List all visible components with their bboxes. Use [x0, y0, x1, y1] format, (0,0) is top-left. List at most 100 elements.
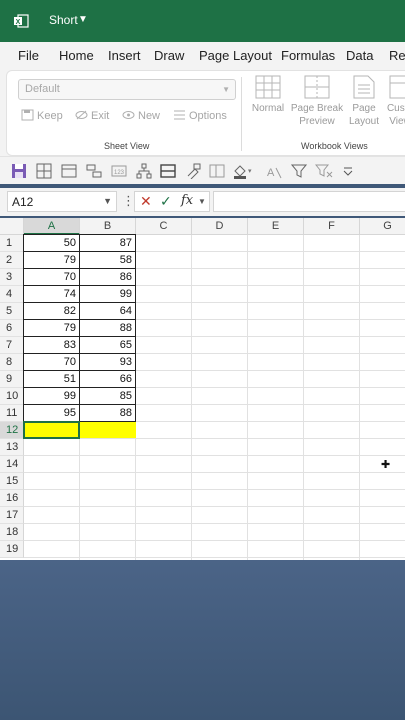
- quick-access-toolbar: 123 ▾ A: [0, 156, 405, 184]
- formula-input[interactable]: [213, 191, 405, 212]
- normal-view-icon: [255, 75, 281, 99]
- menu-file[interactable]: File: [18, 48, 39, 63]
- options-button[interactable]: Options: [173, 109, 227, 122]
- page-break-icon: [304, 75, 330, 99]
- row-header-5[interactable]: 5: [0, 303, 24, 320]
- row-header-8[interactable]: 8: [0, 354, 24, 371]
- clear-filter-icon[interactable]: [315, 163, 333, 179]
- row-gridline: [24, 455, 405, 456]
- fill-color-icon[interactable]: ▾: [233, 163, 255, 179]
- row-header-19[interactable]: 19: [0, 541, 24, 558]
- cell-b6[interactable]: 88: [80, 320, 136, 337]
- arrange-icon[interactable]: [86, 163, 102, 179]
- rows-icon[interactable]: [160, 163, 176, 179]
- name-box[interactable]: A12 ▼: [7, 191, 117, 212]
- row-header-10[interactable]: 10: [0, 388, 24, 405]
- row-header-7[interactable]: 7: [0, 337, 24, 354]
- split-icon[interactable]: [209, 163, 225, 179]
- column-header-b[interactable]: B: [80, 218, 136, 235]
- cell-a6[interactable]: 79: [24, 320, 80, 337]
- row-header-16[interactable]: 16: [0, 490, 24, 507]
- menu-review[interactable]: Rev: [389, 48, 405, 63]
- row-header-3[interactable]: 3: [0, 269, 24, 286]
- cell-a2[interactable]: 79: [24, 252, 80, 269]
- cell-b11[interactable]: 88: [80, 405, 136, 422]
- cell-a10[interactable]: 99: [24, 388, 80, 405]
- cell-b10[interactable]: 85: [80, 388, 136, 405]
- menu-home[interactable]: Home: [59, 48, 94, 63]
- insert-function-icon[interactable]: fx: [181, 193, 193, 208]
- menu-formulas[interactable]: Formulas: [281, 48, 335, 63]
- row-header-13[interactable]: 13: [0, 439, 24, 456]
- spreadsheet-grid[interactable]: A B C D E F G 1 2 3 4 5 6 7 8 9 10 11 12 13 14 15 16 17 18 19 50 79…: [0, 218, 405, 560]
- custom-views-button[interactable]: Custo View: [383, 75, 405, 128]
- cell-a7[interactable]: 83: [24, 337, 80, 354]
- row-header-12[interactable]: 12: [0, 422, 24, 439]
- row-header-2[interactable]: 2: [0, 252, 24, 269]
- row-header-1[interactable]: 1: [0, 235, 24, 252]
- menu-insert[interactable]: Insert: [108, 48, 141, 63]
- cell-b2[interactable]: 58: [80, 252, 136, 269]
- page-layout-view-button[interactable]: Page Layout: [347, 75, 381, 128]
- cell-a5[interactable]: 82: [24, 303, 80, 320]
- cell-b1[interactable]: 87: [80, 235, 136, 252]
- excel-icon[interactable]: X: [13, 13, 29, 29]
- cell-b8[interactable]: 93: [80, 354, 136, 371]
- table-icon[interactable]: [61, 163, 77, 179]
- row-gridline: [24, 540, 405, 541]
- menu-page-layout[interactable]: Page Layout: [199, 48, 272, 63]
- customize-toolbar-icon[interactable]: [342, 163, 354, 179]
- menu-draw[interactable]: Draw: [154, 48, 184, 63]
- column-header-d[interactable]: D: [192, 218, 248, 235]
- new-button[interactable]: New: [122, 109, 160, 122]
- cell-b4[interactable]: 99: [80, 286, 136, 303]
- row-header-17[interactable]: 17: [0, 507, 24, 524]
- row-header-4[interactable]: 4: [0, 286, 24, 303]
- enter-icon[interactable]: ✓: [160, 193, 172, 210]
- menu-data[interactable]: Data: [346, 48, 373, 63]
- keep-button[interactable]: Keep: [21, 109, 63, 122]
- row-header-15[interactable]: 15: [0, 473, 24, 490]
- normal-view-button[interactable]: Normal: [251, 75, 285, 115]
- column-header-f[interactable]: F: [304, 218, 360, 235]
- cell-a9[interactable]: 51: [24, 371, 80, 388]
- cell-a3[interactable]: 70: [24, 269, 80, 286]
- select-all-corner[interactable]: [0, 218, 24, 235]
- grid-icon[interactable]: [36, 163, 52, 179]
- hierarchy-icon[interactable]: [136, 163, 152, 179]
- row-header-18[interactable]: 18: [0, 524, 24, 541]
- cell-b9[interactable]: 66: [80, 371, 136, 388]
- row-header-9[interactable]: 9: [0, 371, 24, 388]
- clear-format-icon[interactable]: A: [266, 163, 282, 179]
- column-header-c[interactable]: C: [136, 218, 192, 235]
- sheet-view-dropdown[interactable]: Default ▼: [18, 79, 236, 100]
- row-header-6[interactable]: 6: [0, 320, 24, 337]
- page-break-label-1: Page Break: [290, 103, 344, 114]
- cell-a11[interactable]: 95: [24, 405, 80, 422]
- cell-b7[interactable]: 65: [80, 337, 136, 354]
- cell-b3[interactable]: 86: [80, 269, 136, 286]
- column-gridline: [359, 235, 360, 560]
- cell-a1[interactable]: 50: [24, 235, 80, 252]
- chevron-down-icon[interactable]: ▼: [78, 14, 88, 25]
- cell-a4[interactable]: 74: [24, 286, 80, 303]
- column-header-e[interactable]: E: [248, 218, 304, 235]
- cell-a8[interactable]: 70: [24, 354, 80, 371]
- cell-b5[interactable]: 64: [80, 303, 136, 320]
- page-break-preview-button[interactable]: Page Break Preview: [289, 75, 345, 128]
- chevron-down-icon[interactable]: ▼: [198, 197, 206, 206]
- row-header-11[interactable]: 11: [0, 405, 24, 422]
- filter-icon[interactable]: [291, 163, 307, 179]
- active-cell[interactable]: [23, 421, 80, 439]
- format-painter-icon[interactable]: [185, 163, 201, 179]
- number-format-icon[interactable]: 123: [111, 163, 127, 179]
- chevron-down-icon[interactable]: ▼: [103, 196, 112, 206]
- row-header-14[interactable]: 14: [0, 456, 24, 473]
- save-icon[interactable]: [11, 163, 27, 179]
- column-header-a[interactable]: A: [24, 218, 80, 235]
- column-header-g[interactable]: G: [360, 218, 405, 235]
- exit-button[interactable]: Exit: [75, 109, 109, 122]
- workbook-title[interactable]: Short: [49, 13, 78, 27]
- name-box-value: A12: [12, 195, 34, 209]
- cancel-icon[interactable]: ✕: [140, 193, 152, 210]
